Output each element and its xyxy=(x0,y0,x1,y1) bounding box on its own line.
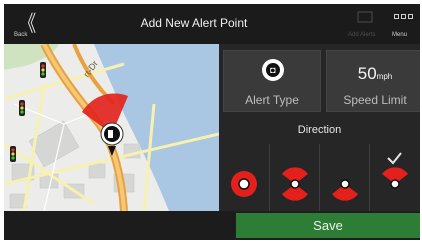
page-title: Add New Alert Point xyxy=(140,16,248,30)
app-frame: 《 Back Add New Alert Point Add Alerts Me… xyxy=(4,4,420,240)
map-view[interactable]: rt-Dr xyxy=(4,44,219,211)
one-direction-left-icon xyxy=(382,152,408,189)
add-alerts-label: Add Alerts xyxy=(348,32,376,38)
top-bar: 《 Back Add New Alert Point Add Alerts Me… xyxy=(4,4,420,44)
speed-camera-icon: ◘ xyxy=(262,59,284,81)
speed-value: 50mph xyxy=(327,64,420,84)
save-button[interactable]: Save xyxy=(236,213,420,238)
traffic-light-icon xyxy=(10,146,16,162)
alert-list-icon xyxy=(357,11,373,23)
direction-one-way-left-button[interactable] xyxy=(369,144,419,211)
no-direction-icon xyxy=(332,179,358,201)
speed-limit-label: Speed Limit xyxy=(343,93,407,107)
traffic-light-icon xyxy=(19,100,25,116)
speed-number: 50 xyxy=(357,64,377,83)
speed-unit: mph xyxy=(376,72,393,81)
direction-selector xyxy=(219,144,420,211)
direction-one-way-right-button[interactable] xyxy=(269,144,319,211)
one-direction-right-icon xyxy=(282,167,308,201)
traffic-light-icon xyxy=(40,62,46,78)
back-label: Back xyxy=(14,32,28,38)
alert-type-label: Alert Type xyxy=(245,93,299,107)
direction-label: Direction xyxy=(297,124,342,136)
alert-settings-panel: ◘ Alert Type 50mph Speed Limit Direction xyxy=(219,44,420,211)
all-directions-icon xyxy=(231,171,257,197)
bottom-bar xyxy=(4,211,235,240)
direction-all-button[interactable] xyxy=(219,144,269,211)
alert-type-button[interactable]: ◘ Alert Type xyxy=(223,50,321,112)
menu-grid-icon xyxy=(394,14,414,24)
direction-none-button[interactable] xyxy=(319,144,369,211)
speed-limit-button[interactable]: 50mph Speed Limit xyxy=(326,50,420,112)
map-canvas: rt-Dr xyxy=(4,44,219,211)
add-alerts-button: Add Alerts xyxy=(344,4,386,44)
checkmark-icon xyxy=(387,152,402,165)
back-button[interactable]: 《 Back xyxy=(4,4,48,44)
menu-label: Menu xyxy=(392,32,408,38)
menu-button[interactable]: Menu xyxy=(386,4,420,44)
